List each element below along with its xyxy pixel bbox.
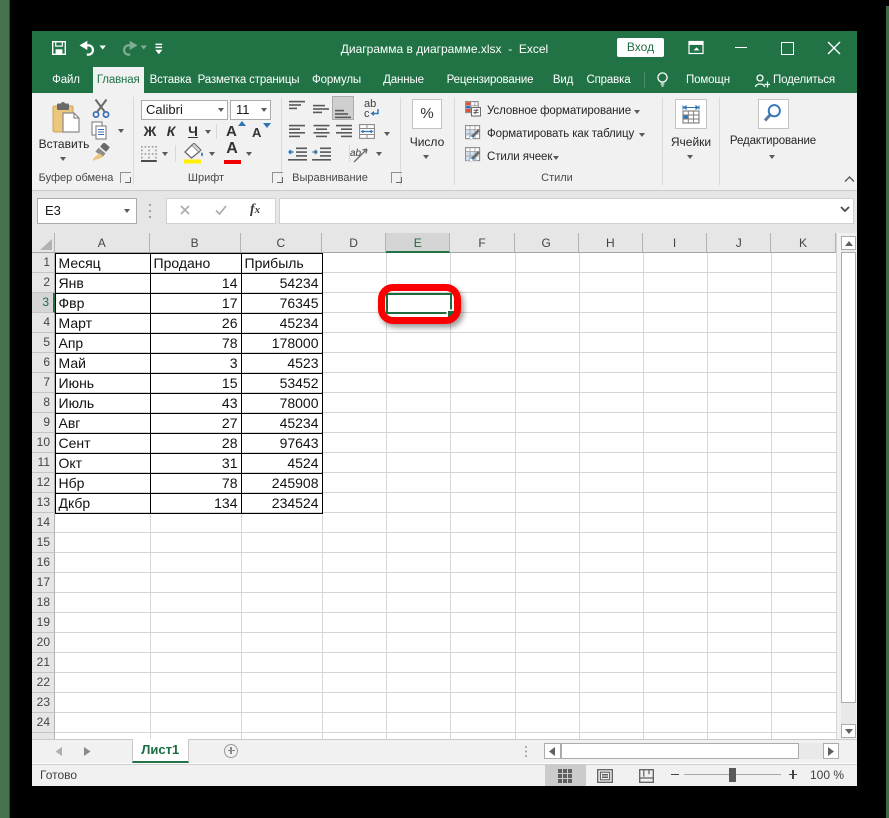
svg-text:c: c (364, 108, 370, 119)
svg-text:ab: ab (350, 148, 362, 159)
